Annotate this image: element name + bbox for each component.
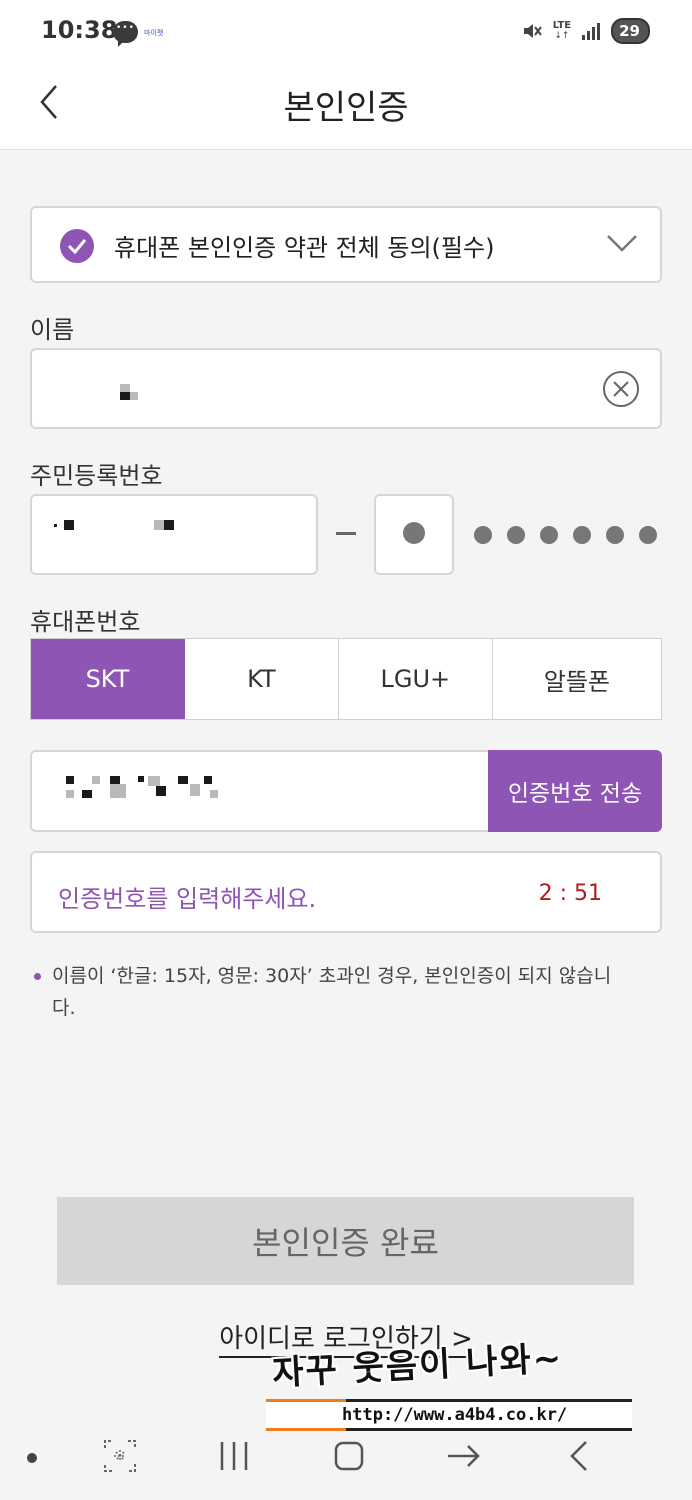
redacted-text: [154, 520, 164, 530]
redacted-text: [120, 392, 130, 400]
verification-code-input[interactable]: 인증번호를 입력해주세요. 2 : 51: [30, 851, 662, 933]
screen-capture-icon[interactable]: [102, 1438, 138, 1474]
recent-apps-icon[interactable]: [218, 1438, 250, 1474]
carrier-option-kt[interactable]: KT: [185, 639, 339, 719]
notice-text: 이름이 ‘한글: 15자, 영문: 30자’ 초과인 경우, 본인인증이 되지 …: [52, 965, 612, 1019]
redacted-text: [210, 790, 218, 798]
redacted-text: [110, 784, 126, 798]
clear-circle-icon[interactable]: [602, 370, 640, 408]
bullet-icon: [34, 973, 41, 980]
name-input[interactable]: [30, 348, 662, 429]
redacted-text: [92, 776, 100, 784]
lte-icon: LTE ↓↑: [552, 20, 572, 42]
countdown-timer: 2 : 51: [538, 881, 602, 906]
terms-agreement-toggle[interactable]: 휴대폰 본인인증 약관 전체 동의(필수): [30, 206, 662, 283]
redacted-text: [66, 776, 74, 784]
rrn-label: 주민등록번호: [30, 462, 163, 490]
masked-digit: [403, 522, 425, 544]
redacted-text: [204, 776, 212, 784]
redacted-text: [138, 776, 144, 782]
redacted-text: [110, 776, 120, 784]
mute-icon: [523, 24, 542, 38]
app-header: 본인인증: [0, 64, 692, 150]
back-icon[interactable]: [564, 1438, 594, 1474]
phone-number-input[interactable]: 인증번호 전송: [30, 750, 662, 832]
carrier-option-mvno[interactable]: 알뜰폰: [493, 639, 661, 719]
dot-icon: [27, 1453, 37, 1463]
status-time: 10:38: [41, 16, 118, 44]
check-circle-icon[interactable]: [60, 229, 94, 263]
carrier-option-lgu[interactable]: LGU+: [339, 639, 493, 719]
rrn-separator: [336, 532, 356, 535]
status-bar: 10:38 마이펫 LTE↓↑ 29: [0, 0, 692, 64]
phone-label: 휴대폰번호: [30, 608, 141, 636]
redacted-text: [178, 776, 188, 784]
chevron-down-icon[interactable]: [606, 232, 638, 254]
redacted-text: [120, 384, 130, 392]
redacted-text: [148, 776, 160, 786]
notification-app-label: 마이펫: [144, 29, 164, 37]
masked-digits: [474, 526, 657, 544]
redacted-text: [156, 786, 166, 796]
chat-notification-icon: [113, 21, 138, 47]
carrier-selector: SKT KT LGU+ 알뜰폰: [30, 638, 662, 720]
forward-arrow-icon[interactable]: [446, 1438, 482, 1474]
status-icons: LTE ↓↑ 29: [521, 18, 650, 44]
verification-code-placeholder: 인증번호를 입력해주세요.: [58, 885, 317, 913]
name-length-notice: 이름이 ‘한글: 15자, 영문: 30자’ 초과인 경우, 본인인증이 되지 …: [34, 960, 634, 1024]
carrier-option-skt[interactable]: SKT: [31, 639, 185, 719]
redacted-text: [66, 790, 74, 798]
home-icon[interactable]: [333, 1438, 365, 1474]
name-label: 이름: [30, 316, 75, 344]
page-title: 본인인증: [283, 88, 409, 128]
redacted-text: [64, 520, 74, 530]
rrn-front-input[interactable]: [30, 494, 318, 575]
redacted-text: [164, 520, 174, 530]
redacted-text: [130, 392, 138, 400]
redacted-text: [54, 524, 57, 527]
battery-icon: 29: [611, 18, 650, 44]
send-code-button[interactable]: 인증번호 전송: [488, 750, 662, 832]
signal-icon: [582, 23, 601, 40]
terms-agreement-label: 휴대폰 본인인증 약관 전체 동의(필수): [114, 234, 495, 262]
complete-verification-button[interactable]: 본인인증 완료: [57, 1197, 634, 1285]
system-nav-bar: [0, 1420, 692, 1500]
redacted-text: [82, 790, 92, 798]
redacted-text: [190, 784, 200, 796]
